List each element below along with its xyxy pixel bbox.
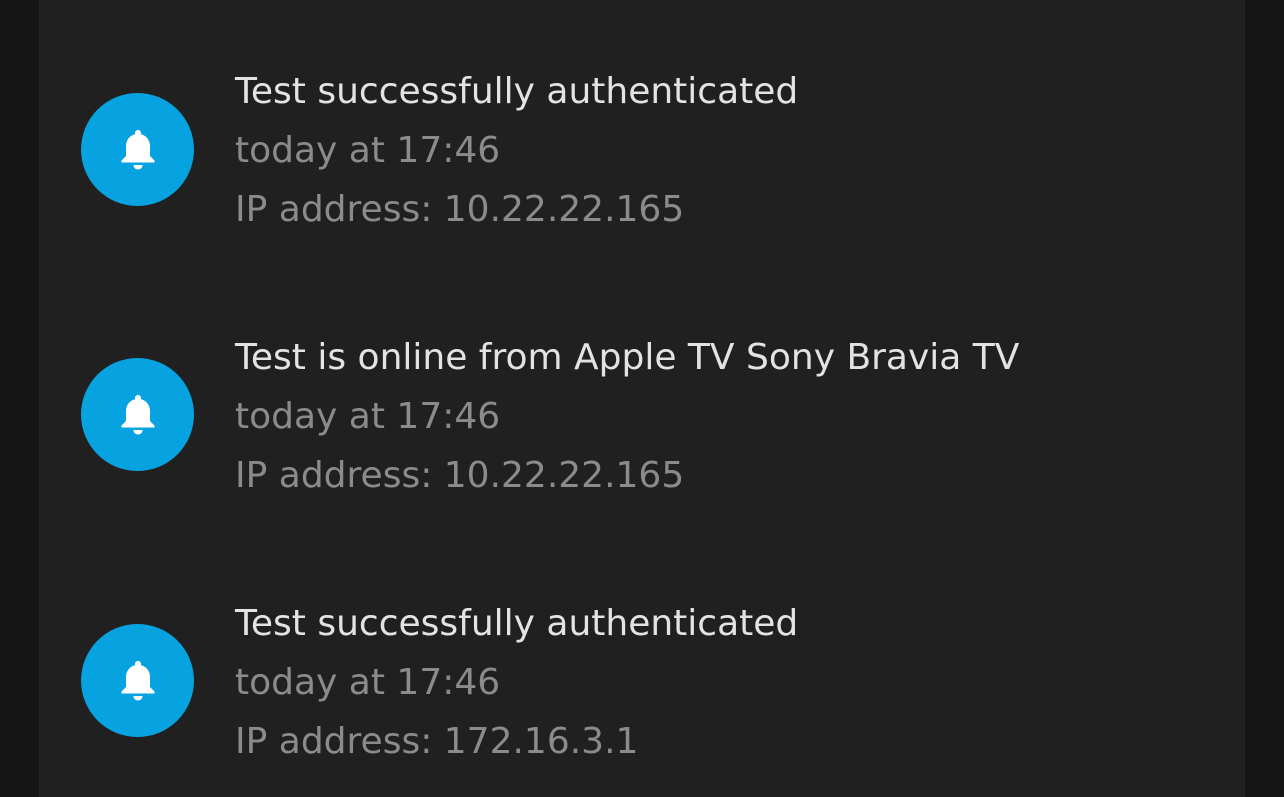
notification-time: today at 17:46 [235,396,501,437]
notification-title: Test successfully authenticated [235,603,799,644]
notification-avatar [81,624,194,737]
bell-icon [121,660,154,700]
notification-item[interactable]: Test successfully authenticated today at… [39,0,1245,762]
notification-ip: IP address: 10.22.22.165 [235,455,685,496]
notification-avatar [81,358,194,471]
notification-title: Test is online from Apple TV Sony Bravia… [235,337,1020,378]
notification-time: today at 17:46 [235,662,501,703]
bell-icon [121,394,154,434]
notification-ip: IP address: 172.16.3.1 [235,721,639,762]
notification-panel: Test successfully authenticated today at… [39,0,1245,797]
